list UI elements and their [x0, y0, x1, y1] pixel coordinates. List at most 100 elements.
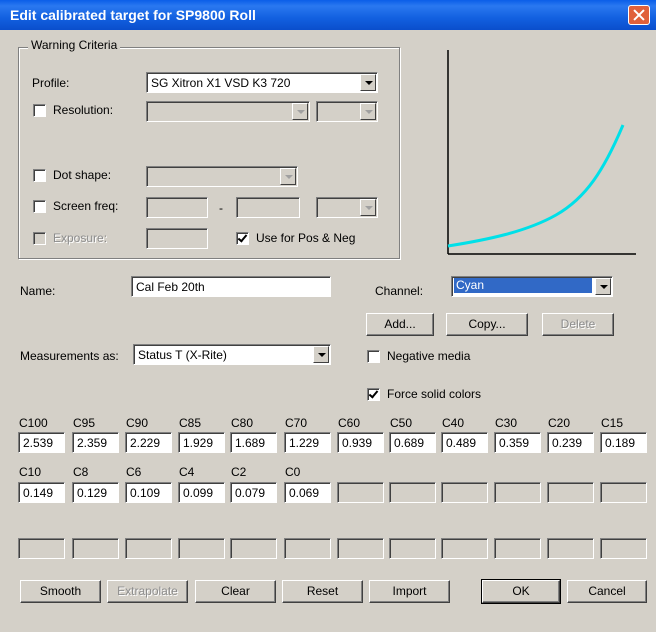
grid-column-label: C95 — [73, 416, 96, 430]
measurements-label: Measurements as: — [20, 349, 119, 363]
grid-cell-value: 0.129 — [77, 486, 108, 500]
exposure-checkbox[interactable] — [33, 232, 46, 245]
grid-empty-field[interactable] — [494, 482, 541, 503]
chevron-down-icon[interactable] — [360, 74, 376, 91]
channel-label: Channel: — [375, 284, 424, 298]
grid-cell-value: 0.689 — [394, 436, 425, 450]
grid-cell-value: 0.069 — [289, 486, 320, 500]
grid-empty-field[interactable] — [441, 538, 488, 559]
screen-freq-separator: - — [219, 201, 223, 215]
title-bar[interactable]: Edit calibrated target for SP9800 Roll — [0, 0, 656, 30]
grid-value-field[interactable]: 1.929 — [178, 432, 225, 453]
grid-column-label: C20 — [548, 416, 571, 430]
window-title: Edit calibrated target for SP9800 Roll — [10, 7, 256, 23]
grid-value-field[interactable]: 0.689 — [389, 432, 436, 453]
grid-empty-field[interactable] — [178, 538, 225, 559]
grid-cell-value: 1.229 — [289, 436, 320, 450]
grid-value-field[interactable]: 0.239 — [547, 432, 594, 453]
grid-cell-value: 0.359 — [499, 436, 530, 450]
grid-column-label: C85 — [179, 416, 202, 430]
grid-cell-value: 0.489 — [446, 436, 477, 450]
measurements-select[interactable]: Status T (X-Rite) — [133, 344, 331, 365]
grid-value-field[interactable]: 1.689 — [230, 432, 277, 453]
import-button[interactable]: Import — [369, 580, 450, 603]
grid-empty-field[interactable] — [337, 538, 384, 559]
dialog-window: Edit calibrated target for SP9800 Roll W… — [0, 0, 656, 632]
extrapolate-button[interactable]: Extrapolate — [107, 580, 188, 603]
chevron-down-icon — [360, 199, 376, 216]
grid-column-label: C80 — [231, 416, 254, 430]
grid-column-label: C15 — [601, 416, 624, 430]
grid-cell-value: 2.539 — [23, 436, 54, 450]
grid-empty-field[interactable] — [600, 482, 647, 503]
grid-value-field[interactable]: 0.359 — [494, 432, 541, 453]
resolution-checkbox[interactable] — [33, 104, 46, 117]
grid-empty-field[interactable] — [389, 482, 436, 503]
resolution-unit-select[interactable] — [316, 101, 378, 122]
grid-empty-field[interactable] — [600, 538, 647, 559]
use-for-pos-neg-checkbox[interactable] — [236, 232, 249, 245]
grid-value-field[interactable]: 2.539 — [18, 432, 65, 453]
force-solid-colors-label: Force solid colors — [387, 387, 482, 401]
grid-empty-field[interactable] — [230, 538, 277, 559]
smooth-button[interactable]: Smooth — [20, 580, 101, 603]
dot-shape-checkbox[interactable] — [33, 169, 46, 182]
screen-freq-max-field[interactable] — [236, 197, 300, 218]
grid-value-field[interactable]: 0.069 — [284, 482, 331, 503]
chevron-down-icon[interactable] — [313, 346, 329, 363]
grid-empty-field[interactable] — [547, 482, 594, 503]
profile-label: Profile: — [32, 76, 70, 90]
grid-value-field[interactable]: 0.129 — [72, 482, 119, 503]
grid-empty-field[interactable] — [337, 482, 384, 503]
grid-empty-field[interactable] — [494, 538, 541, 559]
name-field[interactable]: Cal Feb 20th — [131, 276, 331, 297]
screen-freq-checkbox[interactable] — [33, 200, 46, 213]
grid-cell-value: 0.109 — [130, 486, 161, 500]
grid-value-field[interactable]: 2.359 — [72, 432, 119, 453]
cancel-button[interactable]: Cancel — [567, 580, 647, 603]
chevron-down-icon[interactable] — [595, 278, 611, 295]
add-button[interactable]: Add... — [366, 313, 434, 336]
chevron-down-icon — [292, 103, 308, 120]
grid-cell-value: 0.149 — [23, 486, 54, 500]
delete-button[interactable]: Delete — [542, 313, 614, 336]
grid-cell-value: 2.359 — [77, 436, 108, 450]
grid-value-field[interactable]: 1.229 — [284, 432, 331, 453]
copy-button[interactable]: Copy... — [446, 313, 528, 336]
grid-empty-field[interactable] — [72, 538, 119, 559]
profile-select[interactable]: SG Xitron X1 VSD K3 720 — [146, 72, 378, 93]
clear-button[interactable]: Clear — [195, 580, 276, 603]
dot-shape-select[interactable] — [146, 166, 298, 187]
grid-value-field[interactable]: 0.489 — [441, 432, 488, 453]
grid-value-field[interactable]: 0.189 — [600, 432, 647, 453]
grid-empty-field[interactable] — [389, 538, 436, 559]
grid-cell-value: 0.079 — [235, 486, 266, 500]
grid-empty-field[interactable] — [125, 538, 172, 559]
reset-button[interactable]: Reset — [282, 580, 363, 603]
force-solid-colors-checkbox[interactable] — [367, 388, 380, 401]
grid-empty-field[interactable] — [547, 538, 594, 559]
profile-value: SG Xitron X1 VSD K3 720 — [151, 76, 291, 90]
ok-button[interactable]: OK — [481, 579, 561, 604]
grid-cell-value: 1.929 — [183, 436, 214, 450]
grid-cell-value: 2.229 — [130, 436, 161, 450]
grid-column-label: C4 — [179, 465, 195, 479]
screen-freq-min-field[interactable] — [146, 197, 208, 218]
exposure-field[interactable] — [146, 228, 208, 249]
grid-value-field[interactable]: 0.109 — [125, 482, 172, 503]
grid-value-field[interactable]: 0.149 — [18, 482, 65, 503]
grid-column-label: C0 — [285, 465, 301, 479]
screen-freq-unit-select[interactable] — [316, 197, 378, 218]
grid-empty-field[interactable] — [18, 538, 65, 559]
grid-empty-field[interactable] — [441, 482, 488, 503]
grid-value-field[interactable]: 0.939 — [337, 432, 384, 453]
grid-value-field[interactable]: 2.229 — [125, 432, 172, 453]
resolution-select[interactable] — [146, 101, 310, 122]
channel-select[interactable]: Cyan — [451, 276, 613, 297]
grid-value-field[interactable]: 0.099 — [178, 482, 225, 503]
negative-media-checkbox[interactable] — [367, 350, 380, 363]
grid-value-field[interactable]: 0.079 — [230, 482, 277, 503]
close-icon[interactable] — [628, 5, 650, 25]
grid-empty-field[interactable] — [284, 538, 331, 559]
screen-freq-label: Screen freq: — [53, 199, 119, 213]
